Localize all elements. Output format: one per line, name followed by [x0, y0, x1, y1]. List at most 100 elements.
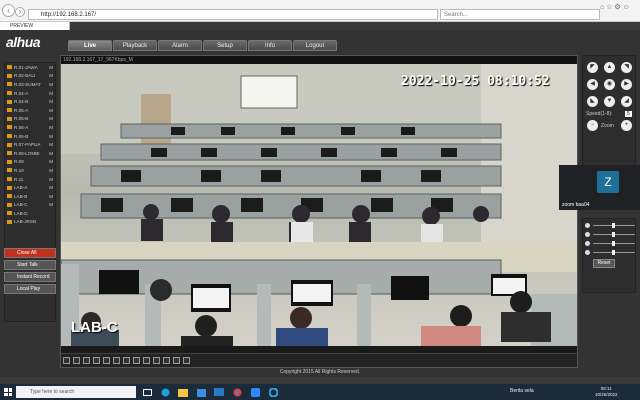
- camera-item[interactable]: R.05-B M: [5, 115, 55, 124]
- stream-type-label[interactable]: M: [49, 82, 53, 87]
- stream-type-label[interactable]: M: [49, 151, 53, 156]
- speed-label: Speed(1-8):: [586, 111, 613, 117]
- task-view-icon[interactable]: [140, 385, 154, 399]
- edge-icon[interactable]: [158, 385, 172, 399]
- ptz-down-right-icon[interactable]: ◢: [621, 96, 632, 107]
- news-widget[interactable]: Berita sela: [510, 388, 534, 394]
- reset-button[interactable]: Reset: [593, 259, 615, 268]
- stream-type-label[interactable]: M: [49, 194, 53, 199]
- camera-item[interactable]: R.09 M: [5, 158, 55, 167]
- chrome-icon[interactable]: [230, 385, 244, 399]
- camera-item[interactable]: R.02-BALI M: [5, 72, 55, 81]
- tab-info[interactable]: Info: [248, 40, 292, 51]
- ptz-up-left-icon[interactable]: ◤: [587, 62, 598, 73]
- zoom-in-icon[interactable]: +: [621, 120, 632, 131]
- camera-item[interactable]: R.11 M: [5, 175, 55, 184]
- camera-item[interactable]: R.08-LOMBI M: [5, 149, 55, 158]
- ptz-home-icon[interactable]: ◉: [604, 79, 615, 90]
- zoom-participant-tile[interactable]: Z zoom baa04: [559, 165, 640, 210]
- camera-item[interactable]: R.06-B M: [5, 132, 55, 141]
- record-icon[interactable]: [153, 357, 160, 364]
- camera-item[interactable]: R.04-A M: [5, 89, 55, 98]
- ptz-down-left-icon[interactable]: ◣: [587, 96, 598, 107]
- stream-type-label[interactable]: M: [49, 177, 53, 182]
- camera-item[interactable]: R.05-A M: [5, 106, 55, 115]
- tab-setup[interactable]: Setup: [203, 40, 247, 51]
- snapshot-icon[interactable]: [143, 357, 150, 364]
- layout-36-icon[interactable]: [133, 357, 140, 364]
- address-bar[interactable]: http://192.168.2.167/: [28, 9, 438, 20]
- saturation-slider[interactable]: [585, 239, 635, 247]
- taskbar-search[interactable]: Type here to search: [16, 386, 136, 398]
- stream-type-label[interactable]: M: [49, 134, 53, 139]
- tab-live[interactable]: Live: [68, 40, 112, 51]
- camera-item[interactable]: R.07-PAPUA M: [5, 140, 55, 149]
- stream-type-label[interactable]: M: [49, 185, 53, 190]
- local-play-button[interactable]: Local Play: [4, 284, 56, 294]
- ptz-up-icon[interactable]: ▲: [604, 62, 615, 73]
- camera-item[interactable]: LAB-B M: [5, 192, 55, 201]
- camera-label: R.11: [14, 176, 24, 182]
- camera-item[interactable]: R.06-A M: [5, 123, 55, 132]
- stream-select-icon[interactable]: [183, 357, 190, 364]
- zoom-app-icon[interactable]: [248, 385, 262, 399]
- tab-logout[interactable]: Logout: [293, 40, 337, 51]
- camera-item[interactable]: R.03-SUMAT M: [5, 80, 55, 89]
- stream-type-label[interactable]: M: [49, 142, 53, 147]
- ptz-down-icon[interactable]: ▼: [604, 96, 615, 107]
- live-video-panel[interactable]: 192.168.2.167_17_967Kbps_M 2022-10-25 08…: [60, 55, 578, 368]
- file-explorer-icon[interactable]: [176, 385, 190, 399]
- zoom-icon[interactable]: [173, 357, 180, 364]
- stream-type-label[interactable]: M: [49, 168, 53, 173]
- camera-item[interactable]: LAB-JRSN: [5, 218, 55, 227]
- zoom-out-icon[interactable]: −: [587, 120, 598, 131]
- taskbar-clock[interactable]: 08:11 10/25/2022: [595, 386, 618, 398]
- brightness-slider[interactable]: [585, 221, 635, 229]
- layout-25-icon[interactable]: [123, 357, 130, 364]
- stream-type-label[interactable]: M: [49, 125, 53, 130]
- contrast-slider[interactable]: [585, 230, 635, 238]
- camera-label: R.06-A: [14, 124, 29, 130]
- stream-type-label[interactable]: M: [49, 116, 53, 121]
- windows-start-icon[interactable]: [0, 384, 16, 400]
- audio-icon[interactable]: [163, 357, 170, 364]
- layout-4-icon[interactable]: [83, 357, 90, 364]
- close-all-button[interactable]: Close All: [4, 248, 56, 258]
- stream-type-label[interactable]: M: [49, 159, 53, 164]
- camera-label: LAB-A: [14, 185, 28, 191]
- camera-item[interactable]: LAB-D: [5, 209, 55, 218]
- ptz-left-icon[interactable]: ◀: [587, 79, 598, 90]
- ptz-right-icon[interactable]: ▶: [621, 79, 632, 90]
- tab-playback[interactable]: Playback: [113, 40, 157, 51]
- stream-type-label[interactable]: M: [49, 99, 53, 104]
- store-icon[interactable]: [194, 385, 208, 399]
- back-icon[interactable]: ‹: [2, 4, 15, 17]
- layout-8-icon[interactable]: [93, 357, 100, 364]
- stream-type-label[interactable]: M: [49, 73, 53, 78]
- fullscreen-icon[interactable]: [63, 357, 70, 364]
- tab-alarm[interactable]: Alarm: [158, 40, 202, 51]
- layout-1-icon[interactable]: [73, 357, 80, 364]
- search-input[interactable]: Search...: [440, 9, 600, 20]
- camera-item[interactable]: R.01-JAWA M: [5, 63, 55, 72]
- ptz-up-right-icon[interactable]: ◥: [621, 62, 632, 73]
- browser-icons[interactable]: ⌂ ☆ ⚙ ☺: [600, 3, 630, 11]
- camera-item[interactable]: R.04-B M: [5, 97, 55, 106]
- mail-icon[interactable]: [212, 385, 226, 399]
- stream-type-label[interactable]: M: [49, 108, 53, 113]
- forward-icon[interactable]: ›: [15, 7, 25, 17]
- start-talk-button[interactable]: Start Talk: [4, 260, 56, 270]
- browser-tab[interactable]: PREVIEW: [0, 22, 70, 30]
- camera-item[interactable]: LAB-C M: [5, 201, 55, 210]
- hue-slider[interactable]: [585, 248, 635, 256]
- layout-16-icon[interactable]: [113, 357, 120, 364]
- camera-item[interactable]: LAB-A M: [5, 183, 55, 192]
- camera-item[interactable]: R.10 M: [5, 166, 55, 175]
- stream-type-label[interactable]: M: [49, 91, 53, 96]
- layout-9-icon[interactable]: [103, 357, 110, 364]
- stream-type-label[interactable]: M: [49, 202, 53, 207]
- speed-select[interactable]: 5: [625, 111, 632, 117]
- internet-explorer-icon[interactable]: [266, 385, 280, 399]
- instant-record-button[interactable]: Instant Record: [4, 272, 56, 282]
- stream-type-label[interactable]: M: [49, 65, 53, 70]
